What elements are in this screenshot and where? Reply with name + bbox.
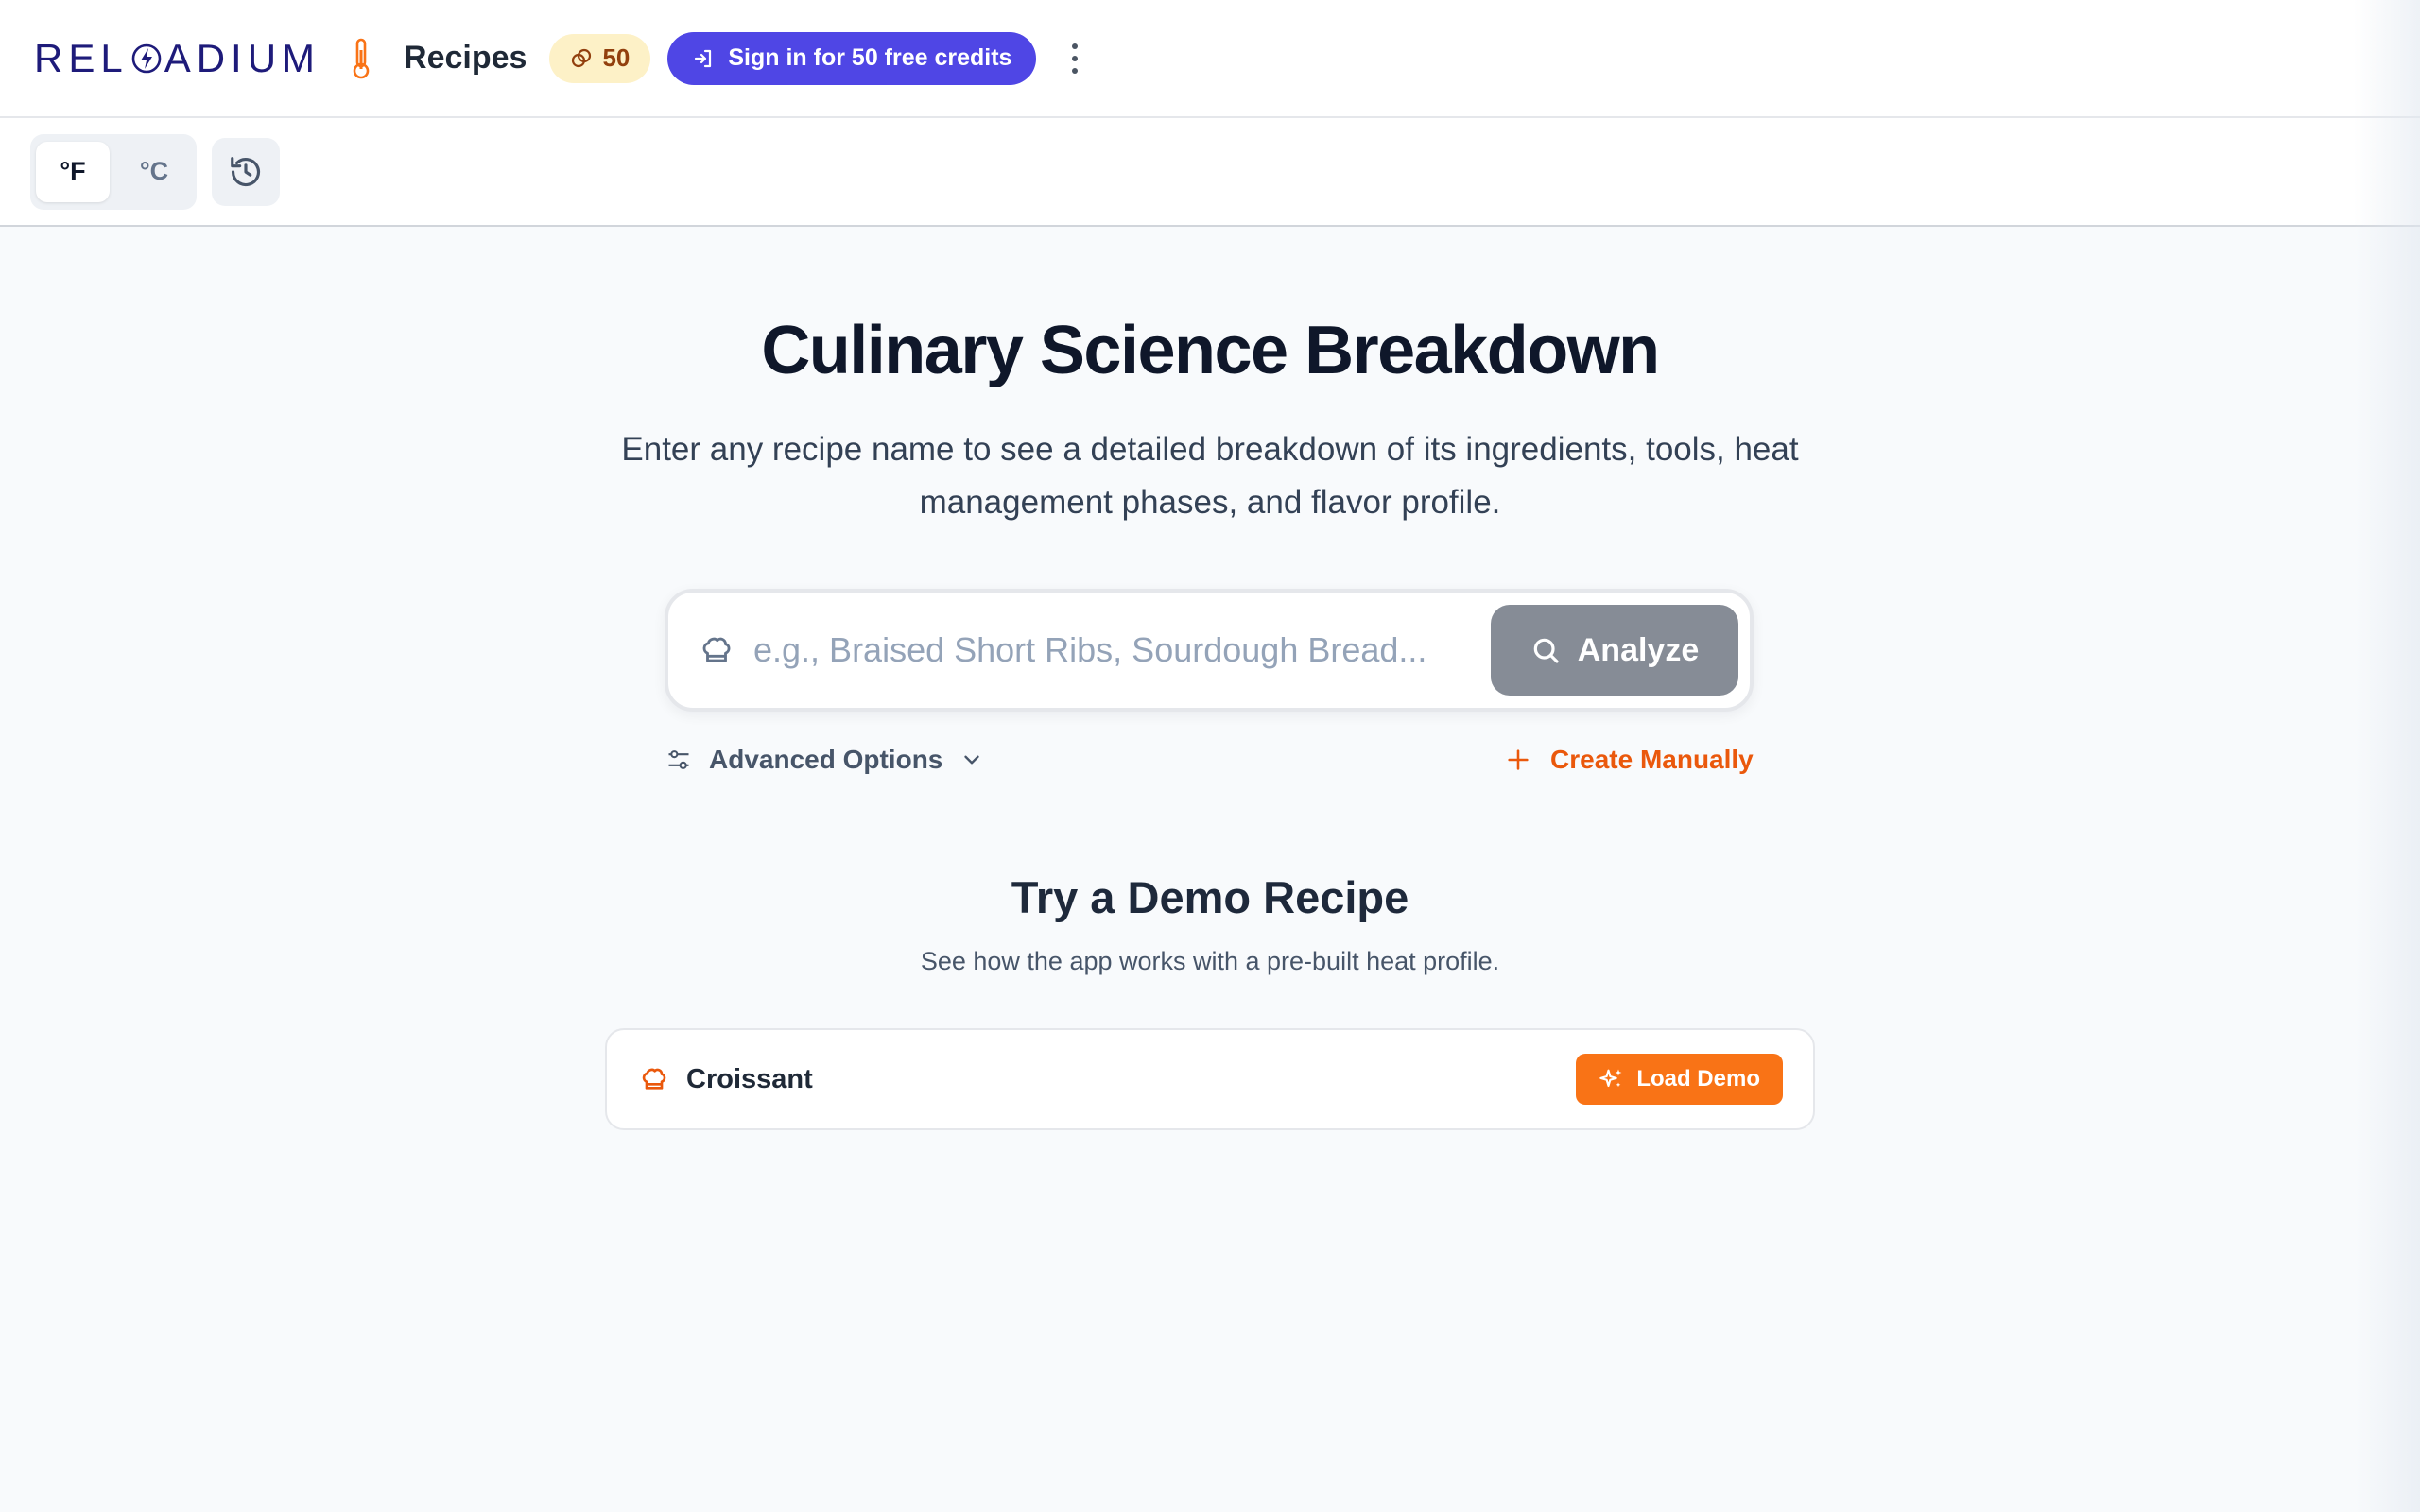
plus-icon xyxy=(1508,749,1529,770)
analyze-label: Analyze xyxy=(1577,631,1700,668)
credits-count: 50 xyxy=(602,43,631,72)
chevron-down-icon xyxy=(964,755,980,765)
create-manually-button[interactable]: Create Manually xyxy=(1505,739,1754,781)
toolbar: °F °C xyxy=(0,118,2420,227)
chef-hat-icon xyxy=(642,1068,666,1090)
load-demo-button[interactable]: Load Demo xyxy=(1576,1054,1783,1105)
sign-in-button[interactable]: Sign in for 50 free credits xyxy=(667,31,1037,85)
coins-icon xyxy=(572,48,592,67)
search-icon xyxy=(1533,638,1559,663)
advanced-options-label: Advanced Options xyxy=(709,745,943,774)
credits-badge[interactable]: 50 xyxy=(549,33,651,83)
sliders-icon xyxy=(668,750,689,769)
demo-recipe-card: Croissant Load Demo xyxy=(605,1028,1815,1130)
demo-recipe-name: Croissant xyxy=(686,1063,813,1094)
sign-in-icon xyxy=(695,49,712,67)
advanced-options-toggle[interactable]: Advanced Options xyxy=(666,739,984,781)
kebab-icon[interactable] xyxy=(1064,40,1085,77)
scroll-edge-shadow xyxy=(2354,0,2420,1512)
history-icon xyxy=(231,156,261,186)
page-title: Culinary Science Breakdown xyxy=(761,313,1660,388)
recipe-search-input[interactable] xyxy=(753,612,1491,688)
unit-fahrenheit-button[interactable]: °F xyxy=(36,141,110,202)
sparkles-icon xyxy=(1599,1069,1622,1088)
logo-text-left: REL xyxy=(34,35,129,80)
demo-section-subtitle: See how the app works with a pre-built h… xyxy=(920,947,1500,975)
sign-in-label: Sign in for 50 free credits xyxy=(728,44,1012,71)
temperature-unit-toggle: °F °C xyxy=(30,133,197,210)
logo-bolt-icon xyxy=(131,43,162,73)
recipe-search-box: Analyze xyxy=(665,589,1754,712)
chef-hat-icon xyxy=(702,637,731,662)
thermometer-icon xyxy=(353,38,370,78)
page-subtitle: Enter any recipe name to see a detailed … xyxy=(621,431,1799,521)
app-title: Recipes xyxy=(404,40,527,76)
create-manually-label: Create Manually xyxy=(1550,745,1754,774)
analyze-button[interactable]: Analyze xyxy=(1491,605,1738,696)
load-demo-label: Load Demo xyxy=(1636,1066,1760,1091)
logo-text-right: ADIUM xyxy=(164,35,321,80)
unit-celsius-button[interactable]: °C xyxy=(117,142,191,202)
top-navbar: REL ADIUM Recipes 50 Sign in for 50 free… xyxy=(0,0,2420,118)
history-button[interactable] xyxy=(212,137,280,206)
demo-section-title: Try a Demo Recipe xyxy=(1011,872,1409,922)
reloadium-logo[interactable]: REL ADIUM xyxy=(34,36,320,81)
